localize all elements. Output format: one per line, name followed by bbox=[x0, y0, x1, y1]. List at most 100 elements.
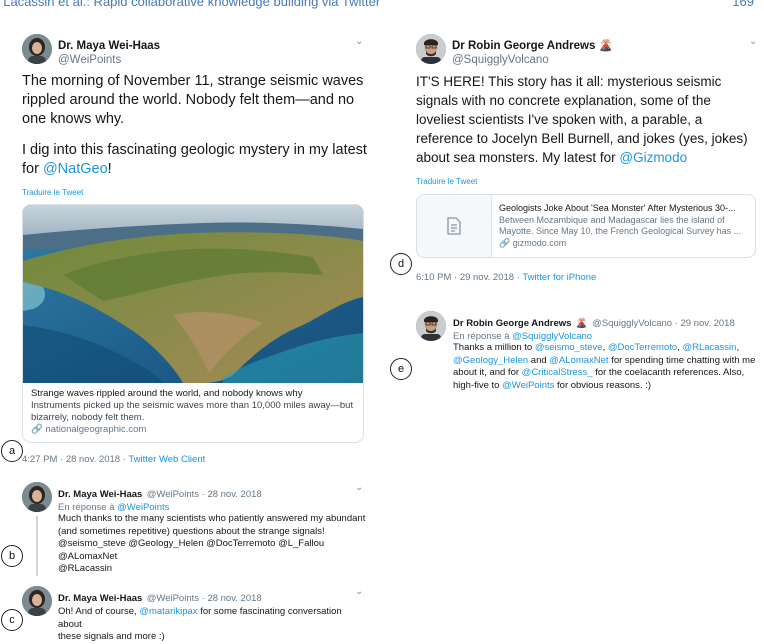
reply-content: Dr. Maya Wei-Haas @WeiPoints · 28 nov. 2… bbox=[58, 484, 368, 576]
tweet-meta: 6:10 PM · 29 nov. 2018 · Twitter for iPh… bbox=[416, 272, 597, 283]
mention-link[interactable]: @ALomaxNet bbox=[549, 355, 608, 366]
author-handle[interactable]: @SquigglyVolcano bbox=[452, 53, 613, 67]
tweet-header: Dr. Maya Wei-Haas @WeiPoints bbox=[22, 34, 367, 68]
link-icon: 🔗 bbox=[499, 237, 511, 248]
text-span: , bbox=[602, 342, 606, 353]
author-handle-date[interactable]: @WeiPoints · 28 nov. 2018 bbox=[147, 489, 262, 500]
reply-text: Thanks a million to @seismo_steve, @DocT… bbox=[453, 342, 763, 392]
tweet-text: IT'S HERE! This story has it all: myster… bbox=[416, 72, 761, 167]
card-url: 🔗 gizmodo.com bbox=[499, 238, 747, 250]
reply-content: Dr Robin George Andrews 🌋 @SquigglyVolca… bbox=[453, 313, 763, 392]
in-reply-to: En réponse à @WeiPoints bbox=[58, 502, 368, 513]
author-name-text: Dr Robin George Andrews bbox=[452, 40, 596, 52]
right-column: ⌄ Dr Robin George Andrews 🌋 @SquigglyVol… bbox=[416, 34, 761, 283]
card-url-text: nationalgeographic.com bbox=[45, 424, 147, 435]
mention-link[interactable]: @matarikipax bbox=[139, 606, 197, 617]
figure-marker-d: d bbox=[390, 253, 412, 275]
tweet-meta: 4:27 PM · 28 nov. 2018 · Twitter Web Cli… bbox=[22, 454, 206, 465]
author-name[interactable]: Dr Robin George Andrews bbox=[453, 318, 571, 329]
figure-marker-e: e bbox=[390, 358, 412, 380]
figure-marker-c: c bbox=[1, 609, 23, 631]
text-span: Thanks a million to bbox=[453, 342, 533, 353]
avatar[interactable] bbox=[22, 34, 52, 64]
figure-marker-a: a bbox=[1, 440, 23, 462]
tweet-author: Dr. Maya Wei-Haas @WeiPoints bbox=[58, 39, 160, 67]
author-name[interactable]: Dr. Maya Wei-Haas bbox=[58, 489, 142, 500]
volcano-icon: 🌋 bbox=[598, 40, 613, 52]
link-card[interactable]: Strange waves rippled around the world, … bbox=[22, 204, 364, 443]
tweet-timestamp[interactable]: 6:10 PM · 29 nov. 2018 bbox=[416, 272, 514, 283]
tweet-paragraph: The morning of November 11, strange seis… bbox=[22, 73, 364, 127]
mention-link[interactable]: @RLacassin bbox=[682, 342, 736, 353]
tweet-author: Dr Robin George Andrews 🌋 @SquigglyVolca… bbox=[452, 39, 613, 67]
card-body: Strange waves rippled around the world, … bbox=[23, 383, 363, 442]
left-column: ⌄ Dr. Maya Wei-Haas @WeiPoints The morni… bbox=[22, 34, 367, 465]
author-handle[interactable]: @WeiPoints bbox=[58, 53, 160, 67]
running-head: . Lacassin et al.: Rapid collaborative k… bbox=[0, 0, 754, 9]
mention-link[interactable]: @DocTerremoto bbox=[608, 342, 677, 353]
volcano-icon: 🌋 bbox=[575, 318, 588, 329]
in-reply-to: En réponse à @SquigglyVolcano bbox=[453, 331, 763, 342]
mentions-line[interactable]: @seismo_steve @Geology_Helen @DocTerremo… bbox=[58, 538, 368, 563]
avatar[interactable] bbox=[22, 482, 52, 512]
in-reply-to-link[interactable]: @SquigglyVolcano bbox=[512, 331, 592, 342]
reply-text-line: these signals and more :) bbox=[58, 631, 165, 642]
tweet-text-span: IT'S HERE! This story has it all: myster… bbox=[416, 74, 748, 165]
card-title: Strange waves rippled around the world, … bbox=[31, 388, 303, 399]
in-reply-prefix: En réponse à bbox=[453, 331, 510, 342]
thread-line bbox=[36, 516, 38, 576]
reply-line: Thanks a million to @seismo_steve, @DocT… bbox=[453, 342, 763, 355]
reply-line: @Geology_Helen and @ALomaxNet for spendi… bbox=[453, 355, 763, 368]
mention-link[interactable]: @Gizmodo bbox=[619, 150, 687, 165]
document-icon bbox=[447, 217, 461, 235]
avatar[interactable] bbox=[416, 34, 446, 64]
tweet-paragraph: I dig into this fascinating geologic mys… bbox=[22, 141, 367, 179]
tweet-client[interactable]: Twitter for iPhone bbox=[522, 272, 596, 283]
mention-link[interactable]: @CriticalStress_ bbox=[522, 367, 593, 378]
author-name[interactable]: Dr. Maya Wei-Haas bbox=[58, 39, 160, 53]
translate-link[interactable]: Traduire le Tweet bbox=[416, 177, 761, 186]
card-url: 🔗 nationalgeographic.com bbox=[31, 424, 355, 436]
tweet-text-span: ! bbox=[107, 161, 112, 177]
card-thumbnail bbox=[417, 195, 492, 257]
card-description: Instruments picked up the seismic waves … bbox=[31, 400, 354, 423]
text-span: about it, and for bbox=[453, 367, 520, 378]
text-span: and bbox=[530, 354, 547, 366]
text-span: , bbox=[736, 342, 740, 353]
card-url-text: gizmodo.com bbox=[512, 237, 567, 248]
author-name[interactable]: Dr Robin George Andrews 🌋 bbox=[452, 39, 613, 53]
reply-text: Oh! And of course, @matarikipax for some… bbox=[58, 606, 368, 631]
avatar[interactable] bbox=[22, 586, 52, 616]
text-span: for the coelacanth references. Also, bbox=[595, 367, 745, 378]
mention-link[interactable]: @WeiPoints bbox=[502, 380, 554, 391]
link-card[interactable]: Geologists Joke About 'Sea Monster' Afte… bbox=[416, 194, 756, 258]
reply-line: about it, and for @CriticalStress_ for t… bbox=[453, 367, 763, 380]
reply-content: Dr. Maya Wei-Haas @WeiPoints · 28 nov. 2… bbox=[58, 588, 368, 644]
reply-text: Much thanks to the many scientists who p… bbox=[58, 513, 366, 537]
text-span: , bbox=[677, 342, 680, 353]
tweet-text: The morning of November 11, strange seis… bbox=[22, 72, 367, 179]
author-name[interactable]: Dr. Maya Wei-Haas bbox=[58, 593, 142, 604]
in-reply-to-link[interactable]: @WeiPoints bbox=[117, 502, 169, 513]
text-span: for spending time chatting with me bbox=[611, 354, 756, 366]
text-span: for obvious reasons. :) bbox=[557, 379, 652, 391]
mentions-line[interactable]: @RLacassin bbox=[58, 563, 368, 576]
link-icon: 🔗 bbox=[31, 424, 43, 435]
author-handle-date[interactable]: @WeiPoints · 28 nov. 2018 bbox=[147, 593, 262, 604]
page-number: 169 bbox=[732, 0, 754, 9]
mention-link[interactable]: @Geology_Helen bbox=[453, 355, 528, 366]
tweet-header: Dr Robin George Andrews 🌋 @SquigglyVolca… bbox=[416, 34, 761, 68]
tweet-timestamp[interactable]: 4:27 PM · 28 nov. 2018 bbox=[22, 454, 120, 465]
reply-line: high-five to @WeiPoints for obvious reas… bbox=[453, 380, 763, 393]
tweet-client[interactable]: Twitter Web Client bbox=[128, 454, 205, 465]
author-handle-date[interactable]: @SquigglyVolcano · 29 nov. 2018 bbox=[592, 318, 735, 329]
text-span: high-five to bbox=[453, 379, 500, 391]
avatar[interactable] bbox=[416, 311, 446, 341]
mention-link[interactable]: @NatGeo bbox=[43, 161, 108, 177]
card-title: Geologists Joke About 'Sea Monster' Afte… bbox=[499, 203, 736, 213]
translate-link[interactable]: Traduire le Tweet bbox=[22, 188, 367, 197]
card-description: Between Mozambique and Madagascar lies t… bbox=[499, 214, 742, 237]
mention-link[interactable]: @seismo_steve bbox=[535, 342, 603, 353]
in-reply-prefix: En réponse à bbox=[58, 502, 115, 513]
text-span: Oh! And of course, bbox=[58, 606, 137, 617]
